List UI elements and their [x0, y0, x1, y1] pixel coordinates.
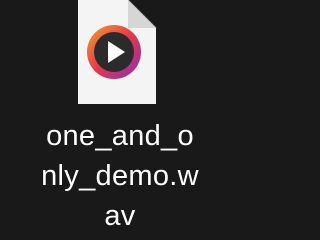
document-page-icon [78, 0, 157, 104]
file-name-line: av [104, 200, 136, 232]
file-name-label[interactable]: one_and_o nly_demo.w av [0, 116, 240, 236]
file-name-line: one_and_o [46, 120, 194, 152]
desktop-file-item[interactable]: one_and_o nly_demo.w av [0, 0, 240, 240]
play-icon [87, 25, 141, 79]
file-name-line: nly_demo.w [41, 160, 199, 192]
media-file-icon[interactable] [64, 0, 160, 106]
